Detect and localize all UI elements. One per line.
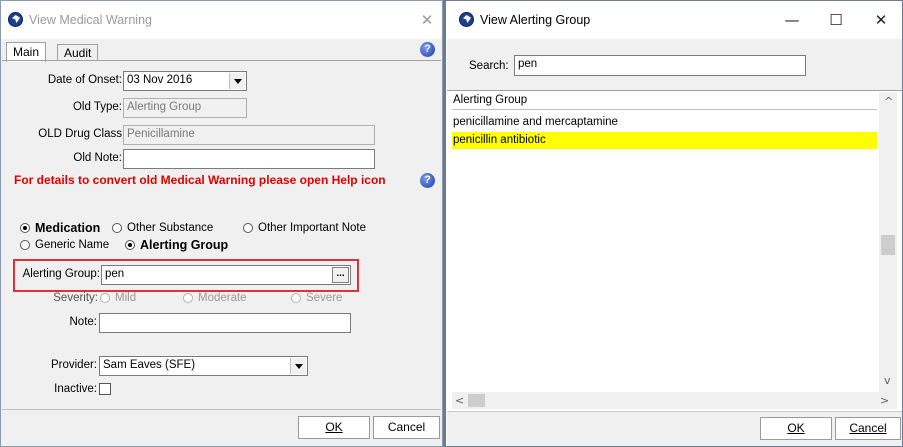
tab-audit[interactable]: Audit [57, 44, 99, 61]
scroll-up-icon[interactable]: ^ [884, 95, 893, 108]
old-type-field: Alerting Group [123, 98, 247, 118]
inactive-label: Inactive: [54, 383, 97, 395]
date-of-onset-label: Date of Onset: [47, 74, 122, 86]
convert-warning-text: For details to convert old Medical Warni… [14, 173, 386, 187]
ok-label: OK [787, 421, 805, 435]
radio-alerting-group[interactable]: Alerting Group [125, 238, 228, 252]
alerting-group-list: Alerting Group penicillamine and mercapt… [452, 92, 897, 409]
radio-medication[interactable]: Medication [20, 221, 100, 235]
list-row-selected[interactable]: penicillin antibiotic [452, 132, 877, 149]
radio-moderate[interactable]: Moderate [183, 292, 247, 304]
app-icon [459, 12, 474, 27]
alerting-group-value: pen [105, 268, 125, 280]
cancel-button[interactable]: Cancel [835, 417, 901, 440]
search-input[interactable]: pen [514, 55, 806, 76]
horizontal-scrollbar[interactable]: < > [452, 392, 897, 409]
radio-severe-label: Severe [306, 292, 343, 304]
footer-bar: OK Cancel [2, 411, 441, 446]
radio-mild-label: Mild [115, 292, 137, 304]
ok-button[interactable]: OK [760, 417, 832, 440]
radio-medication-label: Medication [35, 221, 101, 235]
title-bar: View Alerting Group — ☐ ✕ [446, 1, 902, 39]
radio-other-important-note[interactable]: Other Important Note [243, 222, 366, 234]
medical-warning-window: View Medical Warning ✕ Main Audit ? Date… [0, 0, 443, 447]
search-panel: Search: pen [447, 39, 902, 91]
close-button[interactable]: ✕ [864, 7, 898, 33]
warning-message: For details to convert old Medical Warni… [14, 173, 386, 187]
radio-generic-name[interactable]: Generic Name [20, 239, 109, 251]
window-title: View Alerting Group [480, 13, 591, 27]
radio-icon [20, 240, 30, 250]
column-header-alerting-group[interactable]: Alerting Group [452, 94, 877, 110]
title-bar: View Medical Warning ✕ [1, 1, 442, 39]
radio-icon [183, 293, 193, 303]
severity-label: Severity: [53, 292, 98, 304]
minimize-button[interactable]: — [775, 7, 809, 33]
radio-alerting-group-label: Alerting Group [140, 238, 229, 252]
old-note-label: Old Note: [73, 152, 122, 164]
radio-other-substance[interactable]: Other Substance [112, 222, 213, 234]
scroll-thumb[interactable] [881, 235, 895, 255]
radio-moderate-label: Moderate [198, 292, 247, 304]
close-button[interactable]: ✕ [414, 7, 440, 33]
old-note-field [123, 149, 375, 169]
radio-generic-name-label: Generic Name [35, 239, 110, 251]
browse-button[interactable]: ... [332, 267, 349, 283]
help-icon-inline[interactable]: ? [420, 173, 435, 188]
radio-selected-icon [20, 223, 30, 233]
footer-bar: OK Cancel [447, 411, 902, 446]
main-panel: Main Audit ? Date of Onset: 03 Nov 2016 … [2, 39, 441, 410]
cancel-label: Cancel [387, 420, 426, 434]
radio-icon [112, 223, 122, 233]
note-field[interactable] [99, 313, 351, 333]
radio-icon [100, 293, 110, 303]
old-drug-class-label: OLD Drug Class [38, 128, 122, 140]
scroll-thumb[interactable] [468, 394, 485, 407]
alerting-group-label: Alerting Group: [22, 268, 100, 280]
window-title: View Medical Warning [29, 13, 152, 27]
provider-select[interactable]: Sam Eaves (SFE) [99, 356, 308, 376]
inactive-checkbox[interactable] [99, 383, 111, 395]
scroll-down-icon[interactable]: v [884, 374, 891, 387]
scroll-left-icon[interactable]: < [455, 394, 464, 407]
search-label: Search: [469, 60, 509, 72]
alerting-group-window: View Alerting Group — ☐ ✕ Search: pen Al… [445, 0, 903, 447]
provider-label: Provider: [50, 359, 97, 371]
tab-divider [2, 60, 441, 61]
maximize-button[interactable]: ☐ [819, 7, 853, 33]
radio-icon [243, 223, 253, 233]
date-of-onset-select[interactable]: 03 Nov 2016 [123, 71, 247, 91]
ok-label: OK [325, 420, 343, 434]
radio-other-important-note-label: Other Important Note [258, 222, 367, 234]
alerting-group-input[interactable]: pen ... [101, 265, 351, 285]
note-label: Note: [69, 316, 98, 328]
radio-severe[interactable]: Severe [291, 292, 342, 304]
ok-button[interactable]: OK [298, 416, 370, 439]
date-of-onset-value: 03 Nov 2016 [127, 74, 193, 86]
cancel-button[interactable]: Cancel [373, 416, 440, 439]
app-icon [8, 12, 23, 27]
provider-value: Sam Eaves (SFE) [103, 359, 196, 371]
chevron-down-icon [229, 73, 245, 89]
vertical-scrollbar[interactable]: ^ v [879, 92, 897, 392]
help-icon[interactable]: ? [420, 42, 435, 57]
scroll-right-icon[interactable]: > [880, 394, 889, 407]
radio-selected-icon [125, 240, 135, 250]
old-type-label: Old Type: [72, 101, 122, 113]
old-drug-class-field: Penicillamine [123, 125, 375, 145]
list-row[interactable]: penicillamine and mercaptamine [452, 114, 877, 131]
cancel-label: Cancel [849, 421, 887, 435]
radio-icon [291, 293, 301, 303]
tab-main[interactable]: Main [6, 42, 47, 62]
chevron-down-icon [290, 358, 306, 374]
radio-mild[interactable]: Mild [100, 292, 136, 304]
radio-other-substance-label: Other Substance [127, 222, 214, 234]
